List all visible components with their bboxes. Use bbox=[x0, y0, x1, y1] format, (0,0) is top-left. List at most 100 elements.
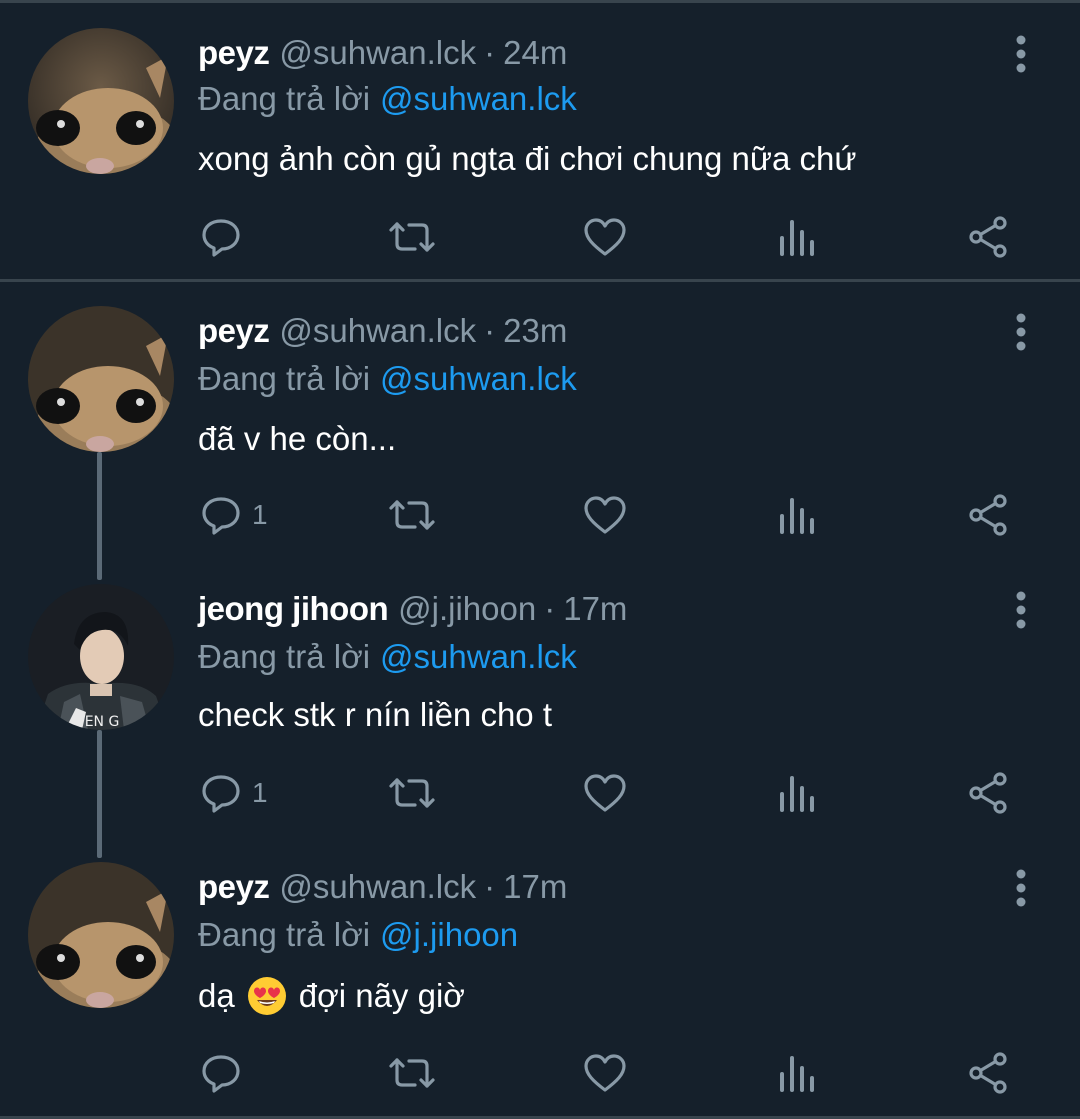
share-button[interactable] bbox=[966, 490, 1010, 540]
cat-avatar-icon bbox=[28, 28, 174, 174]
mention-link[interactable]: @suhwan.lck bbox=[380, 638, 577, 675]
reply-context: Đang trả lời @suhwan.lck bbox=[198, 360, 577, 398]
tweet[interactable]: EN G jeong jihoon @j.jihoon · 17m Đang t… bbox=[0, 560, 1080, 838]
like-button[interactable] bbox=[583, 212, 627, 262]
retweet-icon bbox=[389, 222, 435, 252]
share-icon bbox=[969, 1052, 1007, 1094]
svg-text:EN G: EN G bbox=[85, 714, 120, 730]
display-name[interactable]: peyz bbox=[198, 34, 270, 72]
tweet-header: jeong jihoon @j.jihoon · 17m bbox=[198, 590, 627, 636]
reply-prefix: Đang trả lời bbox=[198, 80, 371, 117]
retweet-button[interactable] bbox=[387, 1048, 437, 1098]
cat-avatar-icon bbox=[28, 862, 174, 1008]
more-options-icon[interactable] bbox=[1006, 34, 1036, 74]
tweet-text: dạ đợi nãy giờ bbox=[198, 976, 465, 1016]
tweet-header: peyz @suhwan.lck · 23m bbox=[198, 312, 567, 358]
share-icon bbox=[969, 216, 1007, 258]
reply-prefix: Đang trả lời bbox=[198, 638, 371, 675]
mention-link[interactable]: @suhwan.lck bbox=[380, 80, 577, 117]
share-button[interactable] bbox=[966, 768, 1010, 818]
retweet-button[interactable] bbox=[387, 490, 437, 540]
heart-eyes-emoji-icon bbox=[247, 976, 287, 1016]
reply-count: 1 bbox=[252, 499, 268, 530]
timestamp[interactable]: 23m bbox=[503, 312, 567, 350]
reply-prefix: Đang trả lời bbox=[198, 360, 371, 397]
tweet[interactable]: peyz @suhwan.lck · 23m Đang trả lời @suhw… bbox=[0, 282, 1080, 560]
reply-prefix: Đang trả lời bbox=[198, 916, 371, 953]
timestamp[interactable]: 24m bbox=[503, 34, 567, 72]
share-icon bbox=[969, 772, 1007, 814]
reply-button[interactable] bbox=[200, 212, 252, 262]
tweet-header: peyz @suhwan.lck · 17m bbox=[198, 868, 567, 914]
action-bar bbox=[0, 1048, 1080, 1098]
retweet-icon bbox=[389, 1058, 435, 1088]
more-options-icon[interactable] bbox=[1006, 868, 1036, 908]
avatar[interactable] bbox=[28, 306, 174, 452]
heart-icon bbox=[584, 1054, 626, 1092]
heart-icon bbox=[584, 774, 626, 812]
analytics-button[interactable] bbox=[778, 212, 816, 262]
reply-icon bbox=[202, 219, 240, 257]
heart-icon bbox=[584, 496, 626, 534]
analytics-icon bbox=[780, 1056, 814, 1092]
mention-link[interactable]: @j.jihoon bbox=[380, 916, 518, 953]
action-bar: 1 bbox=[0, 768, 1080, 818]
reply-icon bbox=[202, 1055, 240, 1093]
analytics-icon bbox=[780, 776, 814, 812]
like-button[interactable] bbox=[583, 1048, 627, 1098]
user-handle[interactable]: @suhwan.lck bbox=[279, 868, 476, 906]
tweet-text: check stk r nín liền cho t bbox=[198, 696, 552, 733]
reply-icon bbox=[202, 497, 240, 535]
separator-dot: · bbox=[544, 590, 556, 627]
retweet-button[interactable] bbox=[387, 768, 437, 818]
share-icon bbox=[969, 494, 1007, 536]
display-name[interactable]: peyz bbox=[198, 868, 270, 906]
reply-button[interactable]: 1 bbox=[200, 490, 268, 540]
avatar[interactable] bbox=[28, 28, 174, 174]
analytics-icon bbox=[780, 220, 814, 256]
tweet-header: peyz @suhwan.lck · 24m bbox=[198, 34, 567, 80]
analytics-button[interactable] bbox=[778, 1048, 816, 1098]
more-options-icon[interactable] bbox=[1006, 312, 1036, 352]
user-handle[interactable]: @suhwan.lck bbox=[279, 34, 476, 72]
timestamp[interactable]: 17m bbox=[563, 590, 627, 628]
tweet[interactable]: peyz @suhwan.lck · 17m Đang trả lời @j.ji… bbox=[0, 838, 1080, 1116]
action-bar: 1 bbox=[0, 490, 1080, 540]
tweet-text-start: dạ bbox=[198, 977, 235, 1014]
user-handle[interactable]: @j.jihoon bbox=[398, 590, 536, 628]
reply-context: Đang trả lời @j.jihoon bbox=[198, 916, 518, 954]
share-button[interactable] bbox=[966, 1048, 1010, 1098]
retweet-button[interactable] bbox=[387, 212, 437, 262]
user-handle[interactable]: @suhwan.lck bbox=[279, 312, 476, 350]
reply-context: Đang trả lời @suhwan.lck bbox=[198, 80, 577, 118]
tweet-text-end: đợi nãy giờ bbox=[298, 977, 465, 1014]
separator-dot: · bbox=[484, 868, 496, 905]
display-name[interactable]: jeong jihoon bbox=[198, 590, 389, 628]
reply-count: 1 bbox=[252, 777, 268, 808]
reply-context: Đang trả lời @suhwan.lck bbox=[198, 638, 577, 676]
like-button[interactable] bbox=[583, 490, 627, 540]
reply-button[interactable] bbox=[200, 1048, 252, 1098]
share-button[interactable] bbox=[966, 212, 1010, 262]
reply-icon bbox=[202, 775, 240, 813]
timestamp[interactable]: 17m bbox=[503, 868, 567, 906]
avatar[interactable]: EN G bbox=[28, 584, 174, 730]
display-name[interactable]: peyz bbox=[198, 312, 270, 350]
heart-icon bbox=[584, 218, 626, 256]
mention-link[interactable]: @suhwan.lck bbox=[380, 360, 577, 397]
separator-dot: · bbox=[484, 34, 496, 71]
person-avatar-icon: EN G bbox=[28, 584, 174, 730]
analytics-icon bbox=[780, 498, 814, 534]
retweet-icon bbox=[389, 500, 435, 530]
retweet-icon bbox=[389, 778, 435, 808]
tweet-text: đã v he còn... bbox=[198, 420, 397, 457]
cat-avatar-icon bbox=[28, 306, 174, 452]
like-button[interactable] bbox=[583, 768, 627, 818]
analytics-button[interactable] bbox=[778, 768, 816, 818]
reply-button[interactable]: 1 bbox=[200, 768, 268, 818]
analytics-button[interactable] bbox=[778, 490, 816, 540]
avatar[interactable] bbox=[28, 862, 174, 1008]
more-options-icon[interactable] bbox=[1006, 590, 1036, 630]
tweet[interactable]: peyz @suhwan.lck · 24m Đang trả lời @suhw… bbox=[0, 0, 1080, 280]
tweet-text: xong ảnh còn gủ ngta đi chơi chung nữa c… bbox=[198, 140, 857, 177]
